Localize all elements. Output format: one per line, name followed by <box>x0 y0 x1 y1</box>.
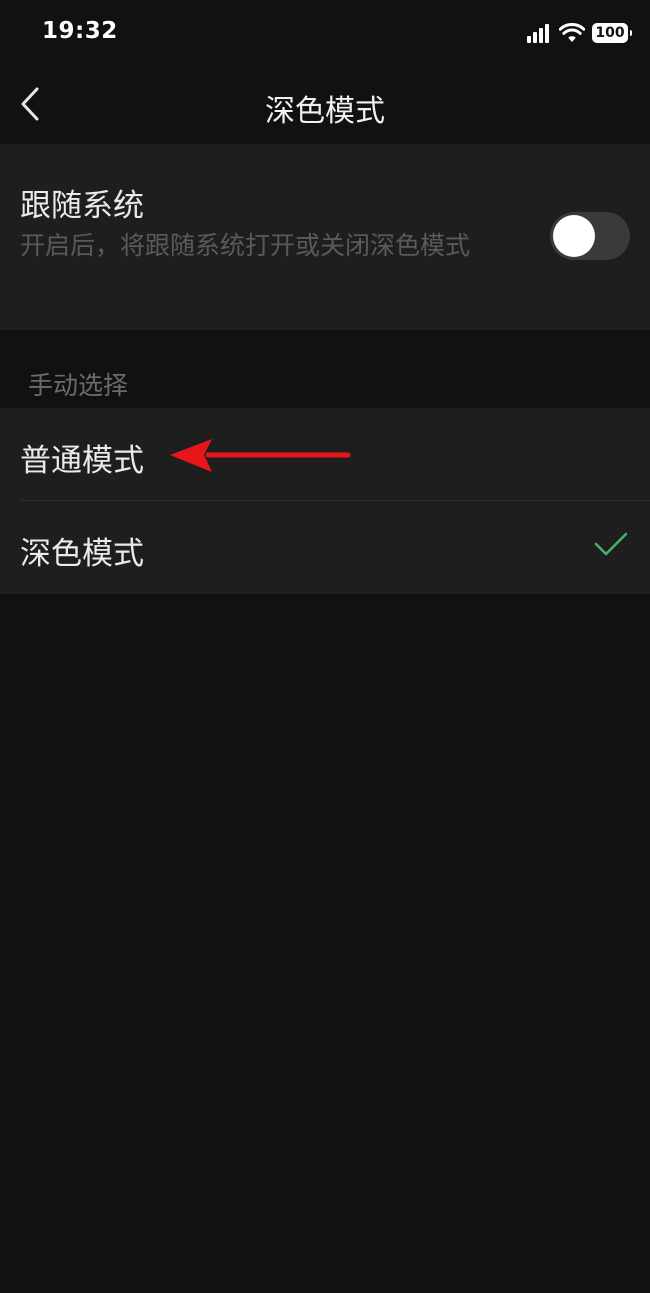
follow-system-description: 开启后，将跟随系统打开或关闭深色模式 <box>20 231 471 260</box>
option-dark-mode[interactable]: 深色模式 <box>0 501 650 593</box>
option-label: 普通模式 <box>20 443 144 479</box>
status-bar: 19:32 100 <box>0 0 650 64</box>
option-label: 深色模式 <box>20 536 144 572</box>
toggle-knob <box>553 215 595 257</box>
manual-section-header: 手动选择 <box>28 371 129 400</box>
battery-icon: 100 <box>592 23 632 43</box>
nav-bar: 深色模式 <box>0 64 650 144</box>
status-icons: 100 <box>527 20 632 46</box>
battery-level: 100 <box>595 25 625 41</box>
wifi-icon <box>559 23 585 42</box>
page-title: 深色模式 <box>265 94 385 129</box>
check-icon <box>594 532 628 556</box>
follow-system-toggle[interactable] <box>550 212 630 260</box>
follow-system-title: 跟随系统 <box>20 188 144 224</box>
signal-icon <box>527 23 551 43</box>
annotation-arrow-icon <box>170 439 351 472</box>
status-time: 19:32 <box>42 18 118 44</box>
